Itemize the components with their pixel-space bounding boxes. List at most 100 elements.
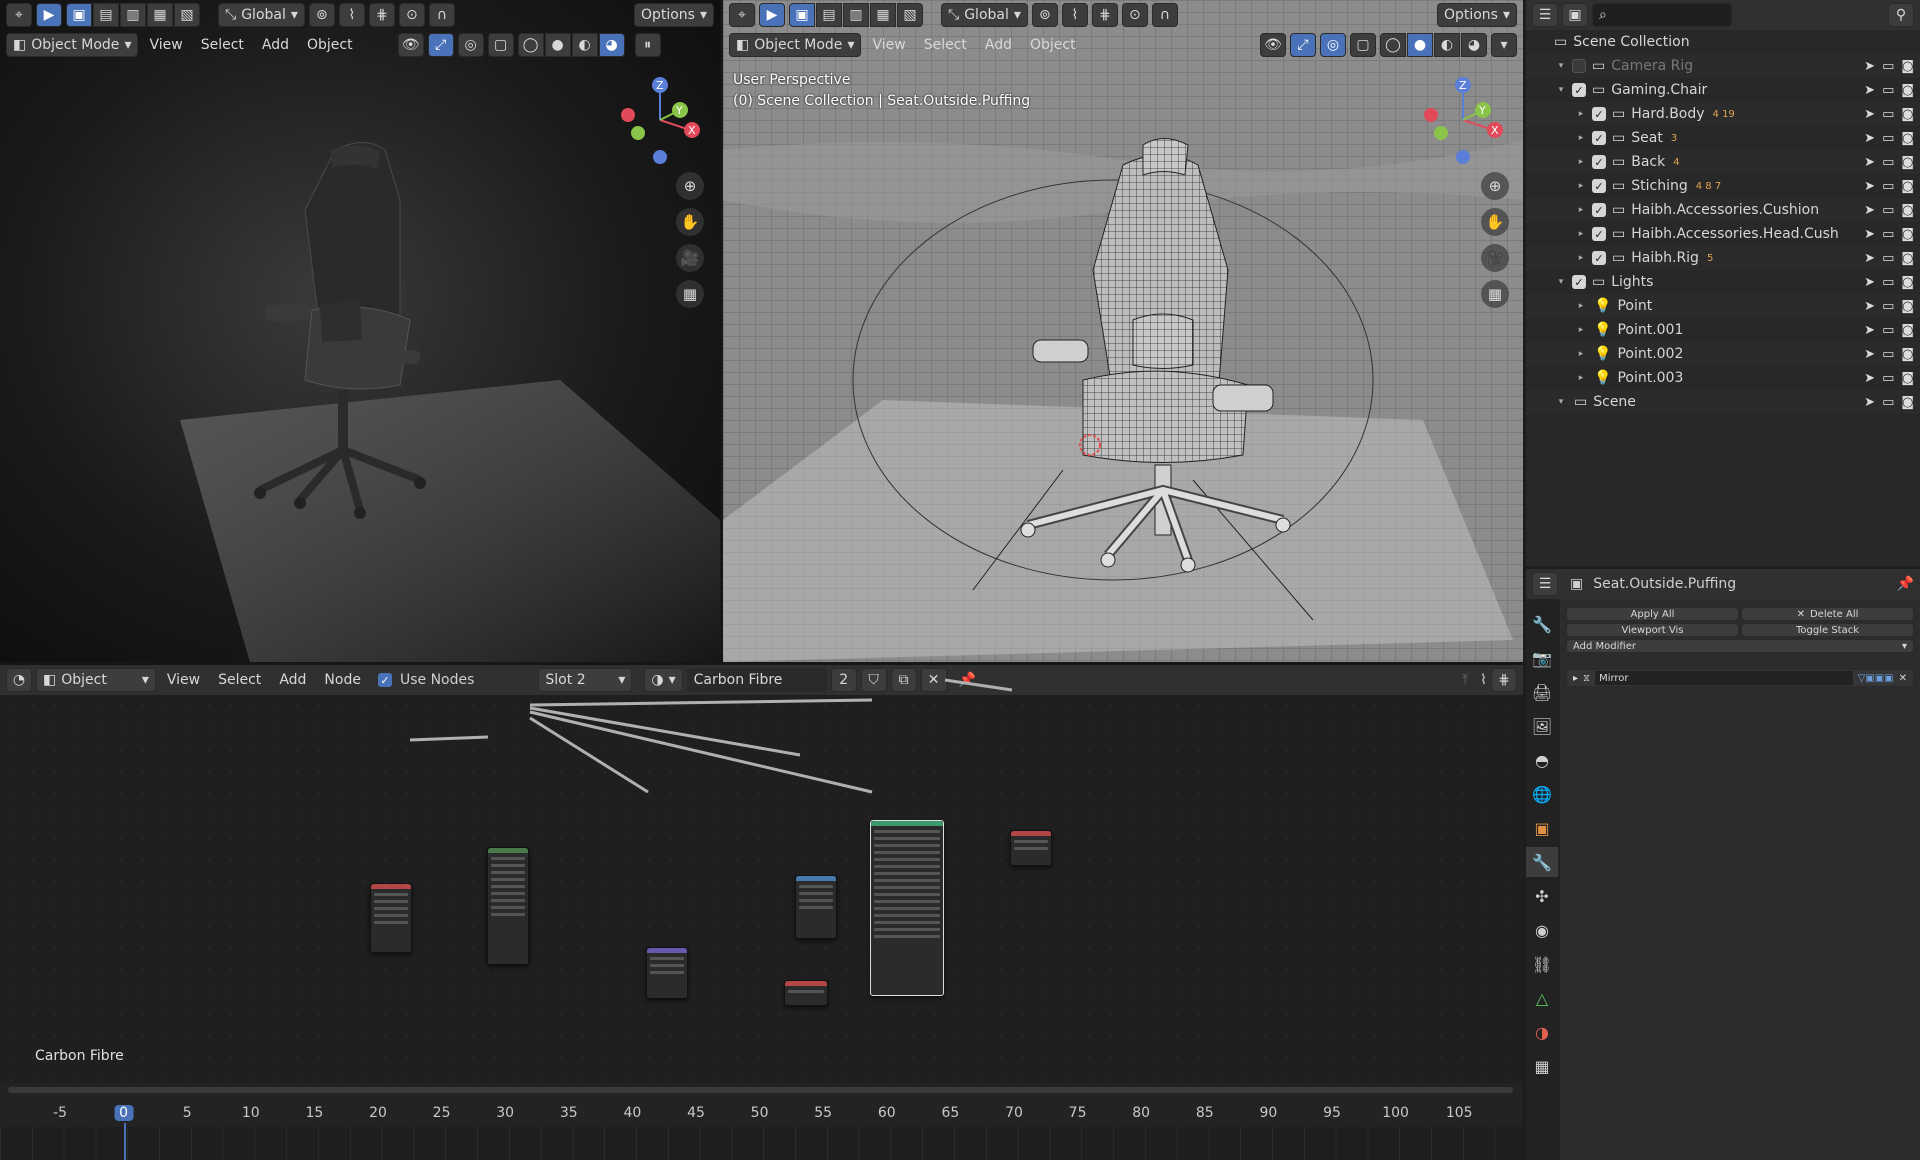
collapse-arrow-icon[interactable]: ▾ (1554, 85, 1568, 95)
world-tab-icon[interactable]: 🌐 (1526, 779, 1558, 809)
tool-tab-icon[interactable]: 🔧 (1526, 609, 1558, 639)
pin-icon[interactable]: 📌 (1897, 576, 1914, 592)
particles-tab-icon[interactable]: ✣ (1526, 881, 1558, 911)
menu-view[interactable]: View (142, 37, 189, 53)
render-camera-icon[interactable]: ◙ (1901, 179, 1914, 194)
monitor-icon[interactable]: ▭ (1882, 371, 1894, 386)
outliner-row[interactable]: ▾ ▭ Camera Rig ➤ ▭ ◙ (1526, 54, 1920, 78)
xray-icon[interactable]: ▢ (487, 33, 514, 57)
expand-arrow-icon[interactable]: ▸ (1573, 673, 1578, 684)
view-layer-tab-icon[interactable]: 🖼 (1526, 711, 1558, 741)
select-arrow-icon[interactable]: ➤ (1864, 299, 1875, 314)
current-frame-indicator[interactable]: 0 (114, 1105, 134, 1121)
editor-type-button[interactable]: ⌖ (6, 3, 32, 27)
render-camera-icon[interactable]: ◙ (1901, 107, 1914, 122)
monitor-icon[interactable]: ▭ (1882, 203, 1894, 218)
select-arrow-icon[interactable]: ➤ (1864, 203, 1875, 218)
monitor-icon[interactable]: ▭ (1882, 251, 1894, 266)
gizmo-toggle-icon[interactable]: ⤢ (427, 33, 454, 57)
render-camera-icon[interactable]: ◙ (1901, 371, 1914, 386)
menu-add[interactable]: Add (978, 37, 1019, 53)
camera-icon[interactable]: 🎥 (1481, 244, 1509, 272)
render-camera-icon[interactable]: ◙ (1901, 59, 1914, 74)
expand-arrow-icon[interactable]: ▸ (1574, 181, 1588, 191)
timeline[interactable]: -5 0 5 10 15 20 25 30 35 40 45 50 55 60 65 70 75 80 85 90 95… (0, 1083, 1523, 1160)
outliner-editor-icon[interactable]: ☰ (1532, 3, 1558, 27)
modifier-tab-icon[interactable]: 🔧 (1526, 847, 1558, 877)
render-camera-icon[interactable]: ◙ (1901, 275, 1914, 290)
shading-options-icon[interactable]: ▾ (1491, 33, 1517, 57)
monitor-icon[interactable]: ▭ (1882, 59, 1894, 74)
pan-hand-icon[interactable]: ✋ (1481, 208, 1509, 236)
proportional-edit-icon[interactable]: ⊙ (1121, 3, 1148, 27)
exclude-checkbox[interactable]: ✓ (1592, 107, 1606, 121)
grid-icon[interactable]: ▦ (676, 280, 704, 308)
outliner-row[interactable]: ▸ ✓ ▭ Back 4 ➤ ▭ ◙ (1526, 150, 1920, 174)
navigation-gizmo[interactable]: Z X Y (620, 75, 700, 165)
modifier-visibility-icons[interactable]: ▽▣▣▣ (1858, 673, 1894, 684)
wireframe-shading-icon[interactable]: ◯ (517, 33, 544, 57)
render-camera-icon[interactable]: ◙ (1901, 131, 1914, 146)
render-tab-icon[interactable]: 📷 (1526, 643, 1558, 673)
texture-tab-icon[interactable]: ▦ (1526, 1051, 1558, 1081)
physics-tab-icon[interactable]: ◉ (1526, 915, 1558, 945)
camera-icon[interactable]: 🎥 (676, 244, 704, 272)
exclude-checkbox[interactable]: ✓ (1592, 251, 1606, 265)
render-camera-icon[interactable]: ◙ (1901, 83, 1914, 98)
menu-object[interactable]: Object (1023, 37, 1083, 53)
monitor-icon[interactable]: ▭ (1882, 155, 1894, 170)
expand-arrow-icon[interactable]: ▸ (1574, 109, 1588, 119)
select-arrow-icon[interactable]: ➤ (1864, 227, 1875, 242)
outliner-row[interactable]: ▸ 💡 Point.002 ➤ ▭ ◙ (1526, 342, 1920, 366)
render-camera-icon[interactable]: ◙ (1901, 251, 1914, 266)
render-camera-icon[interactable]: ◙ (1901, 395, 1914, 410)
exclude-checkbox[interactable]: ✓ (1592, 227, 1606, 241)
timeline-scrollbar[interactable] (8, 1087, 1513, 1093)
expand-arrow-icon[interactable]: ▸ (1574, 133, 1588, 143)
constraints-tab-icon[interactable]: ⛓ (1526, 949, 1558, 979)
pause-render-icon[interactable]: ⏸ (634, 33, 661, 57)
outliner-row[interactable]: ▾ ▭ Scene ➤ ▭ ◙ (1526, 390, 1920, 414)
select-extend-icon[interactable]: ▤ (816, 3, 842, 27)
monitor-icon[interactable]: ▭ (1882, 299, 1894, 314)
display-mode-icon[interactable]: ▣ (1562, 3, 1588, 27)
node-carbon-fibre-group[interactable] (487, 847, 529, 965)
select-arrow-icon[interactable]: ➤ (1864, 131, 1875, 146)
menu-object[interactable]: Object (300, 37, 360, 53)
transform-orientation-dropdown[interactable]: ⤡ Global ▾ (218, 3, 305, 27)
modifier-name-field[interactable]: Mirror (1595, 671, 1853, 685)
proportional-edit-icon[interactable]: ⊙ (398, 3, 425, 27)
modifier-mirror-panel[interactable]: ▸ ⧖ Mirror ▽▣▣▣ ✕ (1566, 669, 1914, 687)
object-mode-dropdown[interactable]: ◧ Object Mode ▾ (729, 33, 862, 57)
select-arrow-icon[interactable]: ➤ (1864, 251, 1875, 266)
navigation-gizmo[interactable]: Z X Y (1423, 75, 1503, 165)
overlay-icon[interactable]: ◎ (457, 33, 484, 57)
exclude-checkbox[interactable]: ✓ (1592, 131, 1606, 145)
monitor-icon[interactable]: ▭ (1882, 131, 1894, 146)
gizmo-toggle-icon[interactable]: ⤢ (1290, 33, 1316, 57)
node-bright-contrast[interactable] (784, 980, 828, 1006)
exclude-checkbox[interactable]: ✓ (1592, 203, 1606, 217)
options-dropdown[interactable]: Options ▾ (1436, 3, 1517, 27)
material-shading-icon[interactable]: ◐ (1434, 33, 1460, 57)
menu-add[interactable]: Add (255, 37, 296, 53)
rendered-shading-icon[interactable]: ◕ (598, 33, 625, 57)
outliner-row[interactable]: ▸ ✓ ▭ Seat 3 ➤ ▭ ◙ (1526, 126, 1920, 150)
expand-arrow-icon[interactable]: ▸ (1574, 373, 1588, 383)
select-arrow-icon[interactable]: ➤ (1864, 155, 1875, 170)
properties-editor-icon[interactable]: ☰ (1532, 572, 1558, 596)
outliner-row[interactable]: ▸ ✓ ▭ Stiching 4 8 7 ➤ ▭ ◙ (1526, 174, 1920, 198)
render-camera-icon[interactable]: ◙ (1901, 203, 1914, 218)
select-subtract-icon[interactable]: ▥ (120, 3, 146, 27)
select-new-icon[interactable]: ▣ (66, 3, 92, 27)
select-invert-icon[interactable]: ▦ (870, 3, 896, 27)
collapse-arrow-icon[interactable]: ▾ (1554, 61, 1568, 71)
wireframe-viewport[interactable]: ⌖ ▶ ▣ ▤ ▥ ▦ ▧ ⤡ Global ▾ ⊚ ⌇ ⋕ ⊙ ∩ Options… (723, 0, 1523, 662)
toggle-stack-button[interactable]: Toggle Stack (1741, 623, 1914, 637)
solid-shading-icon[interactable]: ● (1407, 33, 1433, 57)
expand-arrow-icon[interactable]: ▸ (1574, 229, 1588, 239)
select-extend-icon[interactable]: ▤ (93, 3, 119, 27)
viewport-vis-button[interactable]: Viewport Vis (1566, 623, 1739, 637)
node-texture-coordinate[interactable] (370, 883, 412, 953)
expand-arrow-icon[interactable]: ▸ (1574, 325, 1588, 335)
